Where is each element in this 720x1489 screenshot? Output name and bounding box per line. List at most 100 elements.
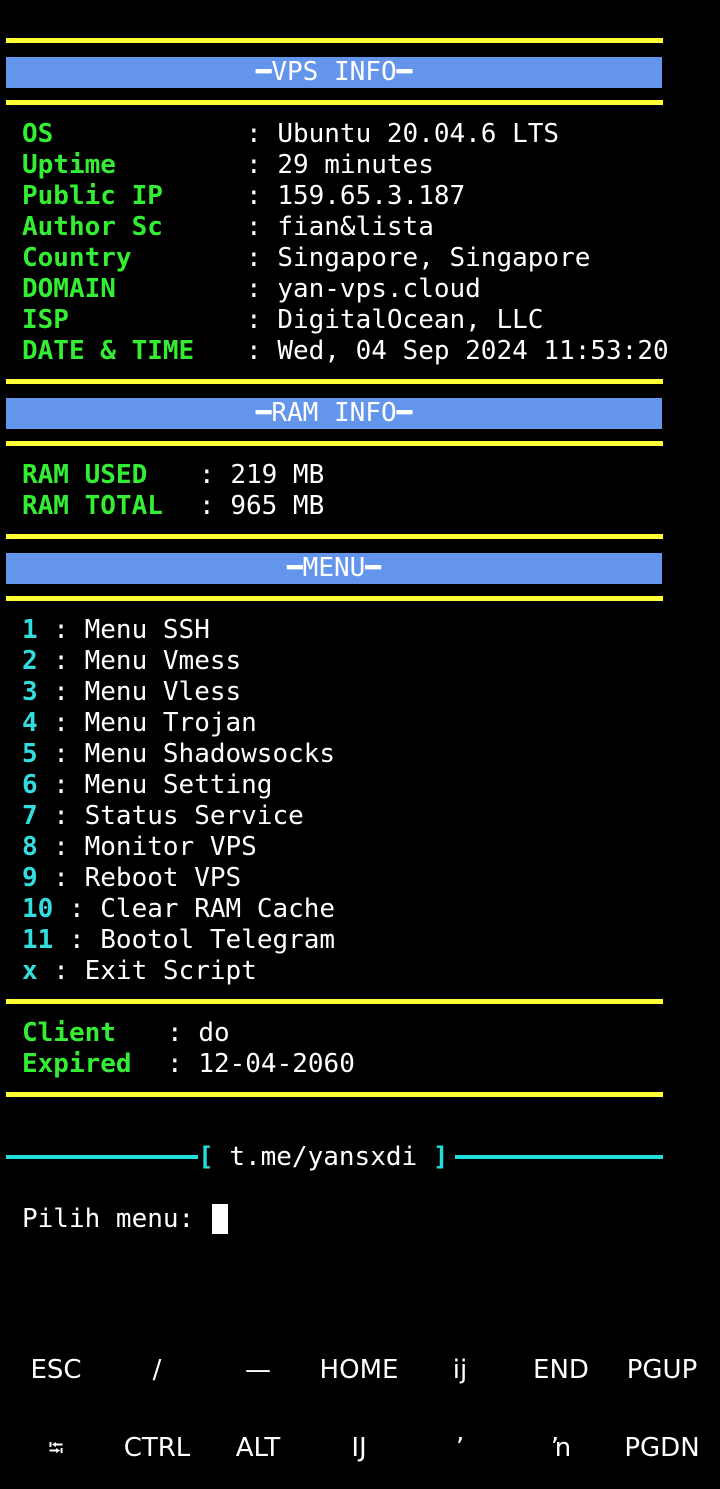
ram-row-total: RAM TOTAL : 965 MB: [22, 491, 324, 522]
divider-line: [6, 379, 663, 384]
info-label: Country: [22, 243, 132, 273]
menu-item-label: Menu SSH: [84, 615, 210, 645]
terminal-cursor: [211, 1204, 228, 1234]
menu-item-label: Status Service: [84, 801, 304, 831]
home-key[interactable]: HOME: [309, 1350, 409, 1390]
menu-item-vmess: 2 : Menu Vmess: [22, 646, 242, 676]
end-key[interactable]: END: [511, 1350, 611, 1390]
menu-item-trojan: 4 : Menu Trojan: [22, 708, 257, 738]
menu-item-label: Menu Shadowsocks: [84, 739, 336, 769]
menu-prompt[interactable]: Pilih menu:: [22, 1204, 228, 1235]
n-apostrophe-key[interactable]: ŉ: [511, 1428, 611, 1468]
cyan-rule-left: [6, 1155, 198, 1159]
dash-key[interactable]: —: [208, 1350, 308, 1390]
menu-item-setting: 6 : Menu Setting: [22, 770, 273, 800]
info-row-author: Author Sc: fian&lista: [22, 212, 434, 243]
info-row-isp: ISP : DigitalOcean, LLC: [22, 305, 543, 336]
telegram-link: [ t.me/yansxdi ]: [198, 1142, 448, 1173]
menu-item-label: Exit Script: [84, 956, 257, 986]
pgup-key[interactable]: PGUP: [612, 1350, 712, 1390]
info-label: OS: [22, 119, 54, 149]
info-separator: : 965 MB: [199, 491, 325, 521]
menu-item-label: Menu Trojan: [84, 708, 257, 738]
menu-item-vless: 3 : Menu Vless: [22, 677, 242, 707]
info-separator: : 159.65.3.187: [246, 181, 466, 211]
info-separator: : do: [167, 1018, 230, 1048]
info-separator: : DigitalOcean, LLC: [246, 305, 544, 335]
info-row-public-ip: Public IP : 159.65.3.187: [22, 181, 465, 212]
info-value: yan-vps.cloud: [277, 274, 481, 304]
info-label: Public IP: [22, 181, 163, 211]
telegram-handle: t.me/yansxdi: [229, 1142, 418, 1172]
divider-line: [6, 534, 663, 539]
info-label: Uptime: [22, 150, 116, 180]
info-value: do: [198, 1018, 230, 1048]
bracket-close: ]: [432, 1142, 449, 1172]
info-row-datetime: DATE & TIME : Wed, 04 Sep 2024 11:53:20: [22, 336, 669, 367]
tab-key[interactable]: ⭾: [6, 1428, 106, 1468]
menu-item-clear-ram: 10 : Clear RAM Cache: [22, 894, 336, 924]
info-separator: : yan-vps.cloud: [246, 274, 481, 304]
menu-item-label: Clear RAM Cache: [100, 894, 336, 924]
info-row-os: OS: Ubuntu 20.04.6 LTS: [22, 119, 559, 150]
menu-item-number: 8: [22, 832, 38, 862]
divider-line: [6, 596, 663, 601]
divider-line: [6, 999, 663, 1004]
menu-item-number: 7: [22, 801, 38, 831]
esc-key[interactable]: ESC: [6, 1350, 106, 1390]
info-label: Author Sc: [22, 212, 163, 242]
slash-key[interactable]: /: [107, 1350, 207, 1390]
ctrl-key[interactable]: CTRL: [107, 1428, 207, 1468]
vps-info-banner: ━VPS INFO━: [6, 57, 662, 88]
ij-upper-key[interactable]: Ĳ: [309, 1428, 409, 1468]
menu-item-shadowsocks: 5 : Menu Shadowsocks: [22, 739, 336, 769]
apostrophe-key[interactable]: ʼ: [410, 1428, 510, 1468]
menu-item-ssh: 1 : Menu SSH: [22, 615, 210, 645]
info-label: DOMAIN: [22, 274, 116, 304]
info-separator: : 12-04-2060: [167, 1049, 355, 1079]
info-value: DigitalOcean, LLC: [277, 305, 544, 335]
menu-item-exit: x : Exit Script: [22, 956, 257, 986]
ij-key[interactable]: ij: [410, 1350, 510, 1390]
info-row-country: Country : Singapore, Singapore: [22, 243, 590, 274]
menu-item-label: Menu Vmess: [84, 646, 242, 676]
menu-item-number: 4: [22, 708, 38, 738]
info-value: 965 MB: [230, 491, 325, 521]
bracket-open: [: [198, 1142, 214, 1172]
info-separator: : Wed, 04 Sep 2024 11:53:20: [246, 336, 669, 366]
info-row-domain: DOMAIN : yan-vps.cloud: [22, 274, 481, 305]
menu-item-number: 1: [22, 615, 38, 645]
menu-item-number: 5: [22, 739, 38, 769]
menu-item-bot-telegram: 11 : Bootol Telegram: [22, 925, 336, 955]
info-value: 159.65.3.187: [277, 181, 466, 211]
ram-row-used: RAM USED: 219 MB: [22, 460, 324, 491]
menu-item-number: 11: [22, 925, 54, 955]
info-value: 12-04-2060: [198, 1049, 355, 1079]
menu-item-number: 6: [22, 770, 38, 800]
divider-line: [6, 441, 663, 446]
menu-item-label: Reboot VPS: [84, 863, 242, 893]
menu-item-number: x: [22, 956, 38, 986]
info-value: 219 MB: [230, 460, 325, 490]
alt-key[interactable]: ALT: [208, 1428, 308, 1468]
info-label: ISP: [22, 305, 69, 335]
menu-item-number: 3: [22, 677, 38, 707]
info-label: Expired: [22, 1049, 132, 1079]
info-separator: : Singapore, Singapore: [246, 243, 591, 273]
divider-line: [6, 38, 663, 43]
menu-item-reboot-vps: 9 : Reboot VPS: [22, 863, 242, 893]
pgdn-key[interactable]: PGDN: [612, 1428, 712, 1468]
info-label: RAM USED: [22, 460, 148, 490]
menu-item-status-service: 7 : Status Service: [22, 801, 304, 831]
expired-row: Expired : 12-04-2060: [22, 1049, 355, 1080]
info-label: DATE & TIME: [22, 336, 195, 366]
info-label: Client: [22, 1018, 116, 1048]
info-value: fian&lista: [277, 212, 434, 242]
divider-line: [6, 1092, 663, 1097]
menu-item-number: 9: [22, 863, 38, 893]
menu-item-number: 2: [22, 646, 38, 676]
menu-item-monitor-vps: 8 : Monitor VPS: [22, 832, 257, 862]
info-label: RAM TOTAL: [22, 491, 163, 521]
menu-item-label: Menu Setting: [84, 770, 273, 800]
menu-item-number: 10: [22, 894, 54, 924]
